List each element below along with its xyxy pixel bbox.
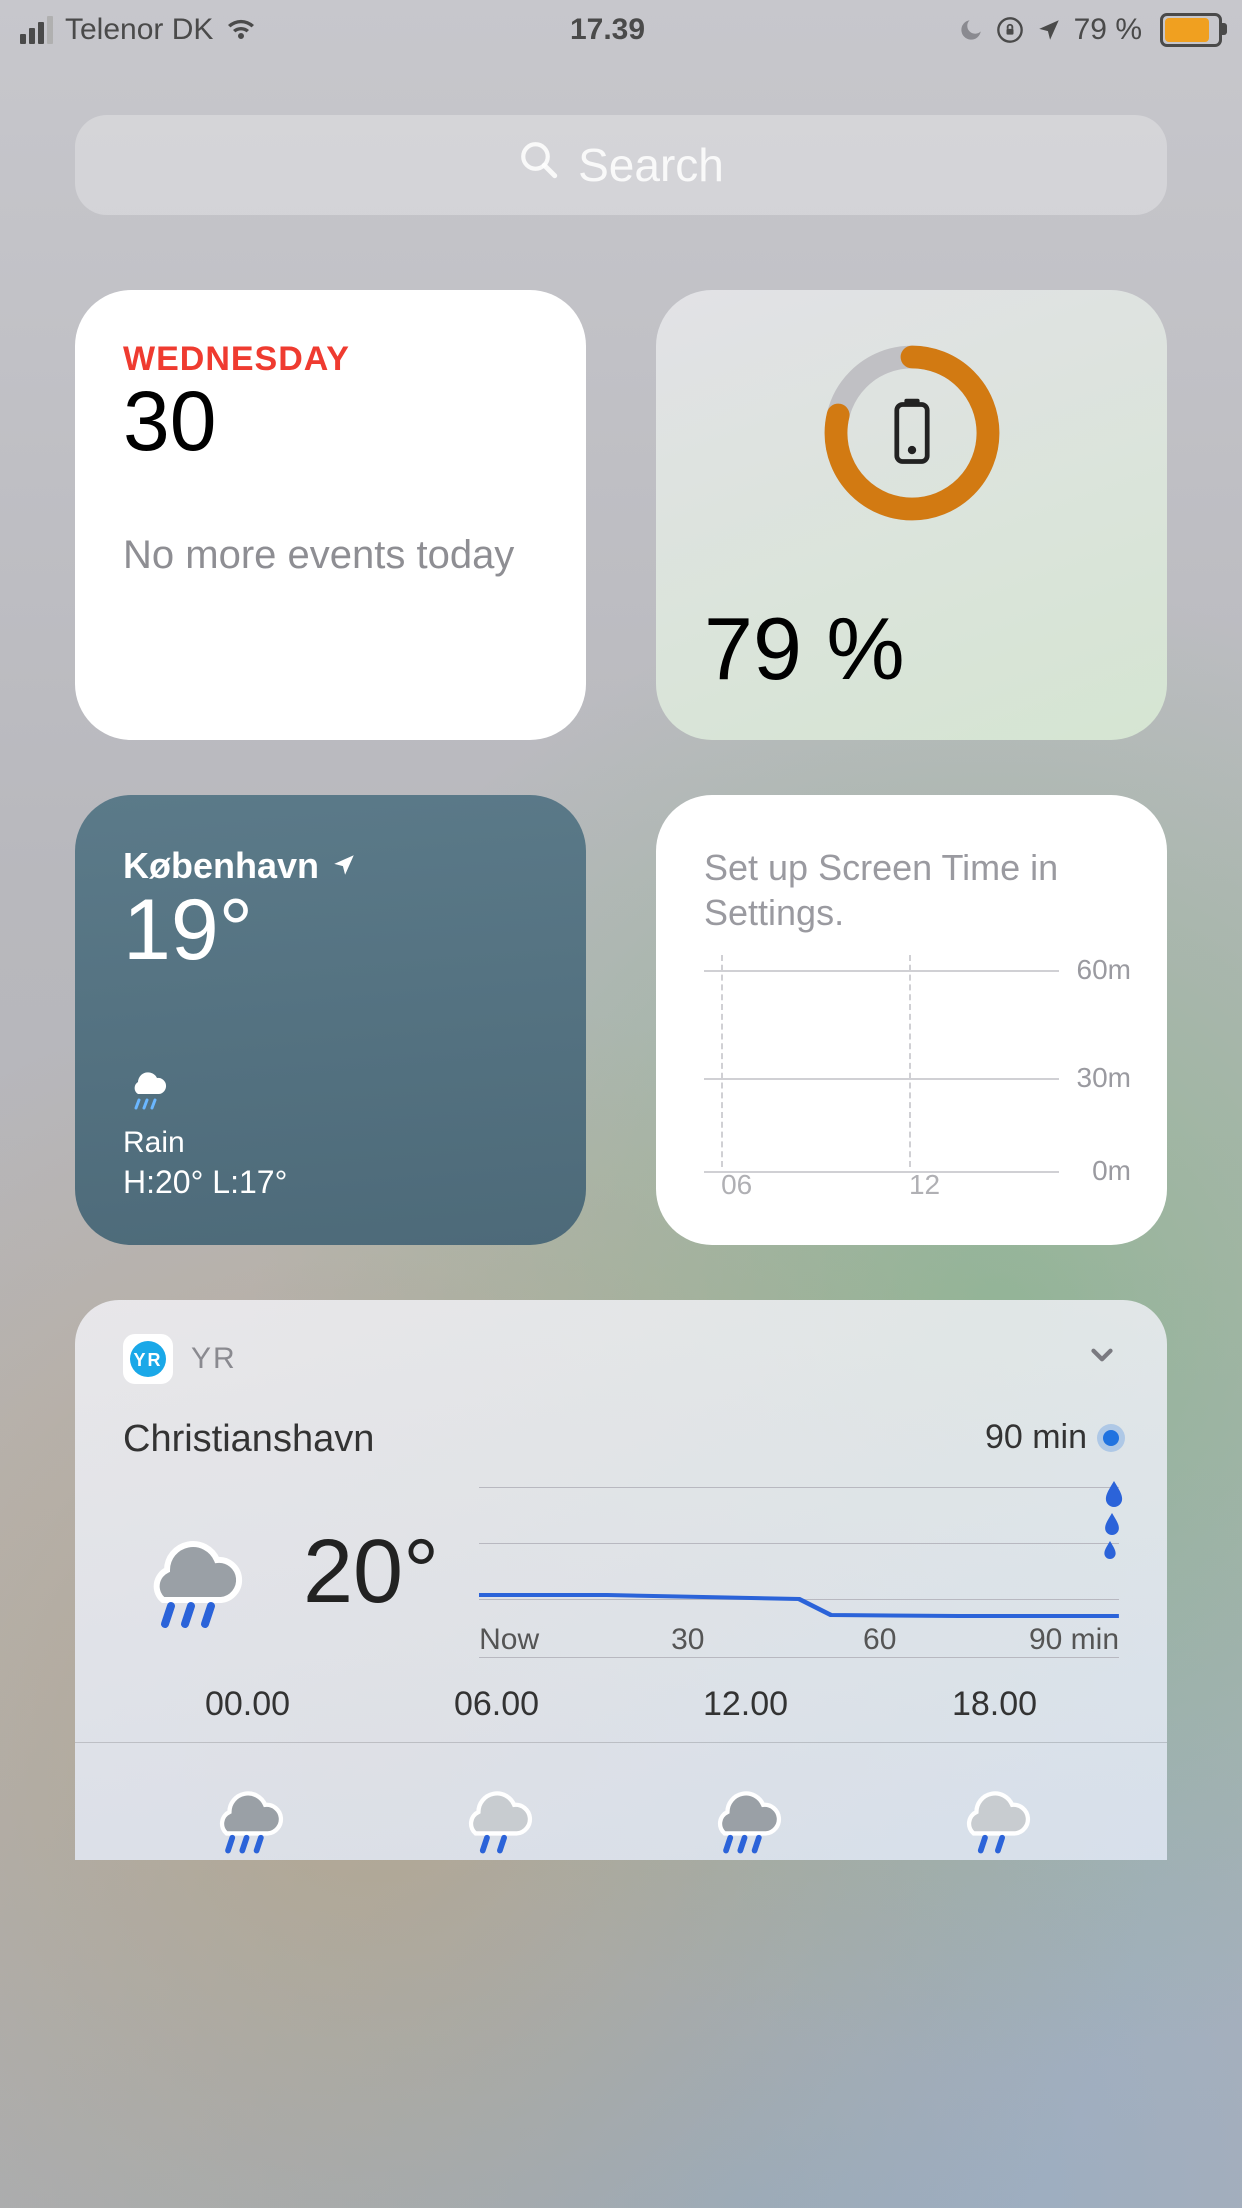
yr-hourly-labels: 00.00 06.00 12.00 18.00 bbox=[123, 1685, 1119, 1724]
yr-widget[interactable]: YR YR Christianshavn 90 min 20° bbox=[75, 1300, 1167, 1860]
orientation-lock-icon bbox=[996, 16, 1024, 44]
yr-temp: 20° bbox=[303, 1521, 439, 1624]
battery-percent: 79 % bbox=[704, 598, 905, 700]
battery-ring-icon bbox=[817, 338, 1007, 533]
location-icon bbox=[1036, 17, 1062, 43]
location-arrow-icon bbox=[331, 845, 357, 887]
chevron-down-icon[interactable] bbox=[1085, 1338, 1119, 1380]
yr-app-name: YR bbox=[191, 1342, 237, 1376]
live-dot-icon bbox=[1103, 1430, 1119, 1446]
carrier-label: Telenor DK bbox=[65, 13, 213, 47]
rain-cloud-icon bbox=[198, 1769, 298, 1860]
screentime-chart: 60m 30m 0m 06 12 bbox=[704, 955, 1131, 1201]
screentime-widget[interactable]: Set up Screen Time in Settings. 60m 30m … bbox=[656, 795, 1167, 1245]
calendar-events-message: No more events today bbox=[123, 530, 538, 580]
clock: 17.39 bbox=[257, 13, 957, 47]
rain-cloud-icon bbox=[123, 1068, 287, 1120]
yr-location: Christianshavn bbox=[123, 1418, 374, 1461]
wifi-icon bbox=[225, 18, 257, 42]
rain-cloud-icon bbox=[447, 1769, 547, 1860]
rain-cloud-icon bbox=[945, 1769, 1045, 1860]
battery-widget[interactable]: 79 % bbox=[656, 290, 1167, 740]
do-not-disturb-icon bbox=[958, 17, 984, 43]
weather-temp: 19° bbox=[123, 881, 538, 980]
weather-condition: Rain bbox=[123, 1126, 287, 1160]
search-placeholder: Search bbox=[578, 138, 724, 192]
calendar-widget[interactable]: WEDNESDAY 30 No more events today bbox=[75, 290, 586, 740]
status-bar: Telenor DK 17.39 79 % bbox=[0, 0, 1242, 60]
battery-percent-label: 79 % bbox=[1074, 13, 1142, 47]
battery-icon bbox=[1154, 13, 1222, 47]
search-icon bbox=[518, 138, 560, 192]
yr-precip-chart: Now 30 60 90 min bbox=[479, 1487, 1119, 1657]
weather-hi-lo: H:20° L:17° bbox=[123, 1164, 287, 1201]
calendar-date: 30 bbox=[123, 373, 538, 470]
rain-cloud-icon bbox=[696, 1769, 796, 1860]
yr-range: 90 min bbox=[985, 1418, 1119, 1457]
signal-bars-icon bbox=[20, 16, 53, 44]
screentime-message: Set up Screen Time in Settings. bbox=[704, 845, 1119, 935]
rain-cloud-icon bbox=[123, 1510, 263, 1635]
spotlight-search[interactable]: Search bbox=[75, 115, 1167, 215]
svg-text:YR: YR bbox=[133, 1350, 162, 1370]
yr-hourly-icons bbox=[123, 1769, 1119, 1860]
weather-widget[interactable]: København 19° Rain H:20° L:17° bbox=[75, 795, 586, 1245]
yr-app-icon: YR bbox=[123, 1334, 173, 1384]
